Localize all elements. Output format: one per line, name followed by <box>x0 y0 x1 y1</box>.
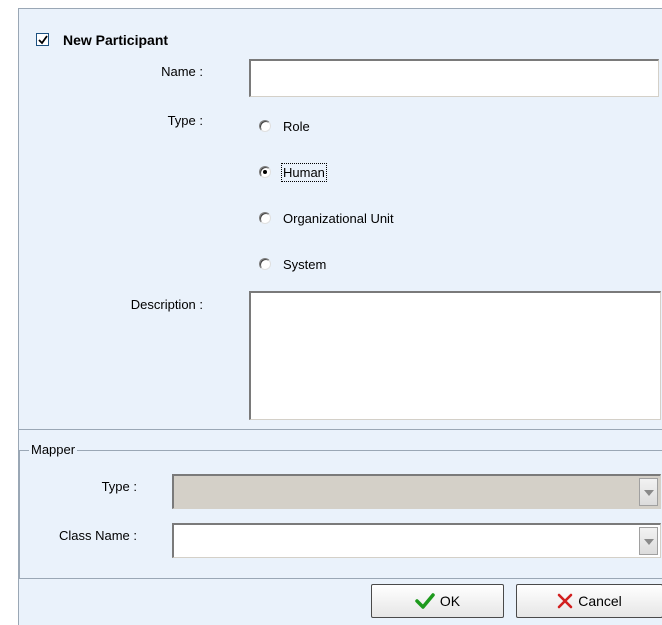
ok-button[interactable]: OK <box>371 584 504 618</box>
radio-organizational-unit[interactable] <box>259 212 271 224</box>
radio-system-label[interactable]: System <box>283 257 326 272</box>
mapper-type-dropdown-button[interactable] <box>639 478 658 506</box>
mapper-type-select[interactable] <box>172 474 661 509</box>
ok-button-label: OK <box>439 593 461 609</box>
class-name-label: Class Name : <box>58 528 137 543</box>
checkmark-icon <box>415 593 435 609</box>
new-participant-label: New Participant <box>63 32 169 48</box>
radio-organizational-unit-label[interactable]: Organizational Unit <box>283 211 394 226</box>
x-icon <box>557 593 573 609</box>
radio-selected-dot <box>263 170 267 174</box>
class-name-select[interactable] <box>172 523 661 558</box>
chevron-down-icon <box>644 490 654 496</box>
radio-role[interactable] <box>259 120 271 132</box>
radio-system[interactable] <box>259 258 271 270</box>
description-textarea[interactable] <box>249 291 661 420</box>
mapper-type-label: Type : <box>101 479 137 494</box>
section-divider <box>19 429 662 430</box>
participant-dialog: New Participant Name : Type : Role Human… <box>18 8 662 625</box>
radio-role-label[interactable]: Role <box>283 119 310 134</box>
radio-human[interactable] <box>259 166 271 178</box>
radio-human-label[interactable]: Human <box>281 163 327 182</box>
type-label: Type : <box>167 113 203 128</box>
cancel-button-label: Cancel <box>578 593 622 609</box>
name-input[interactable] <box>249 59 659 97</box>
new-participant-checkbox[interactable] <box>36 33 49 46</box>
cancel-button[interactable]: Cancel <box>516 584 662 618</box>
mapper-group <box>19 450 662 579</box>
name-label: Name : <box>161 64 203 79</box>
checkmark-icon <box>38 35 48 45</box>
description-label: Description : <box>130 297 203 312</box>
class-name-dropdown-button[interactable] <box>639 527 658 555</box>
mapper-legend: Mapper <box>29 442 78 457</box>
chevron-down-icon <box>644 539 654 545</box>
